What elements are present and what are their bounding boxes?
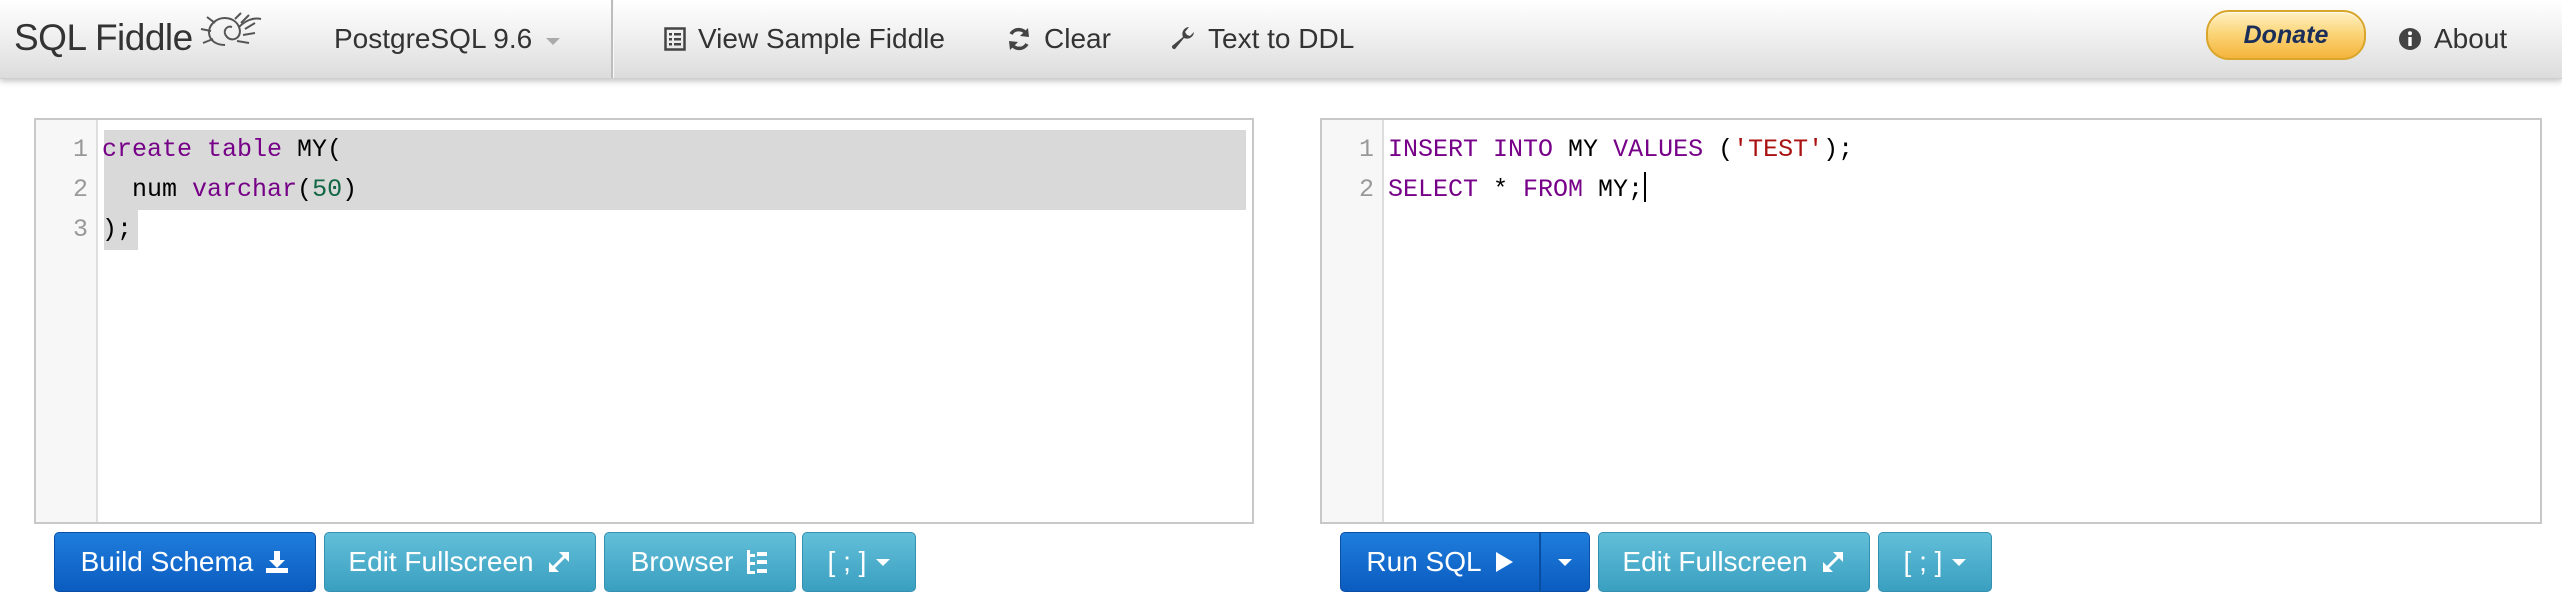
query-editor[interactable]: 1 2 INSERT INTO MY VALUES ('TEST'); SELE… [1320,118,2542,524]
code-string: 'TEST' [1733,135,1824,164]
query-terminator-dropdown[interactable]: [ ; ] [1878,532,1992,592]
code-line: create table MY( [102,130,342,170]
run-sql-button[interactable]: Run SQL [1340,532,1540,592]
code-text: num [102,175,193,204]
code-text: ) [342,175,358,204]
chevron-down-icon [1952,558,1967,566]
top-navbar: SQL Fiddle PostgreSQL 9.6 View Sample Fi… [0,0,2562,79]
edit-fullscreen-label: Edit Fullscreen [348,546,534,577]
code-text: MY( [282,135,343,164]
tree-icon [745,549,769,575]
nautilus-shell-icon [200,12,261,46]
code-text: ( [297,175,313,204]
line-number: 2 [1358,175,1374,204]
terminator-label: [ ; ] [1903,546,1943,577]
chevron-down-icon [876,558,891,566]
refresh-icon [1006,26,1032,52]
view-sample-fiddle-link[interactable]: View Sample Fiddle [664,0,945,78]
expand-icon [1820,549,1846,575]
clear-label: Clear [1044,23,1111,54]
chevron-down-icon [546,37,561,45]
donate-label: Donate [2243,20,2329,49]
browser-button[interactable]: Browser [604,532,796,592]
schema-terminator-dropdown[interactable]: [ ; ] [802,532,916,592]
code-text: MY; [1583,175,1644,204]
run-sql-label: Run SQL [1366,546,1482,577]
brand-logo[interactable]: SQL Fiddle [14,12,265,62]
browser-label: Browser [630,546,734,577]
build-schema-label: Build Schema [80,546,254,577]
code-keyword: SELECT [1388,175,1479,204]
line-number-gutter: 1 2 [1322,120,1384,522]
code-keyword: create [102,135,193,164]
line-number-gutter: 1 2 3 [36,120,98,522]
build-schema-button[interactable]: Build Schema [54,532,316,592]
wrench-icon [1170,26,1196,52]
code-text: ( [1703,135,1734,164]
brand-name: SQL Fiddle [14,17,193,58]
code-line: SELECT * FROM MY; [1388,170,1647,210]
schema-editor[interactable]: 1 2 3 create table MY( num varchar(50) )… [34,118,1254,524]
code-text: MY [1553,135,1614,164]
download-icon [265,550,289,574]
code-text: * [1478,175,1524,204]
code-number: 50 [312,175,343,204]
nav-divider [611,0,613,78]
code-keyword: INTO [1493,135,1554,164]
about-link[interactable]: About [2398,0,2507,78]
text-to-ddl-link[interactable]: Text to DDL [1170,0,1354,78]
expand-icon [546,549,572,575]
code-line: INSERT INTO MY VALUES ('TEST'); [1388,130,1853,170]
text-to-ddl-label: Text to DDL [1208,23,1355,54]
code-text: ); [102,215,133,244]
code-keyword: table [207,135,283,164]
query-edit-fullscreen-button[interactable]: Edit Fullscreen [1598,532,1870,592]
database-select[interactable]: PostgreSQL 9.6 [334,0,561,78]
code-keyword: FROM [1523,175,1584,204]
list-icon [664,27,686,51]
play-icon [1494,551,1514,573]
code-line: ); [102,210,132,250]
code-keyword: INSERT [1388,135,1479,164]
line-number: 1 [72,135,88,164]
line-number: 2 [72,175,88,204]
code-keyword: varchar [192,175,298,204]
about-label: About [2434,23,2508,54]
edit-fullscreen-label: Edit Fullscreen [1622,546,1808,577]
clear-link[interactable]: Clear [1006,0,1111,78]
text-cursor [1644,172,1647,203]
schema-edit-fullscreen-button[interactable]: Edit Fullscreen [324,532,596,592]
chevron-down-icon [1558,558,1572,566]
database-select-label: PostgreSQL 9.6 [334,23,533,54]
line-number: 3 [72,215,88,244]
donate-button[interactable]: Donate [2206,10,2366,60]
line-number: 1 [1358,135,1374,164]
code-text: ); [1823,135,1854,164]
run-sql-options-dropdown[interactable] [1540,532,1590,592]
code-line: num varchar(50) [102,170,357,210]
view-sample-fiddle-label: View Sample Fiddle [698,23,945,54]
info-circle-icon [2398,27,2422,51]
code-keyword: VALUES [1613,135,1704,164]
terminator-label: [ ; ] [827,546,867,577]
